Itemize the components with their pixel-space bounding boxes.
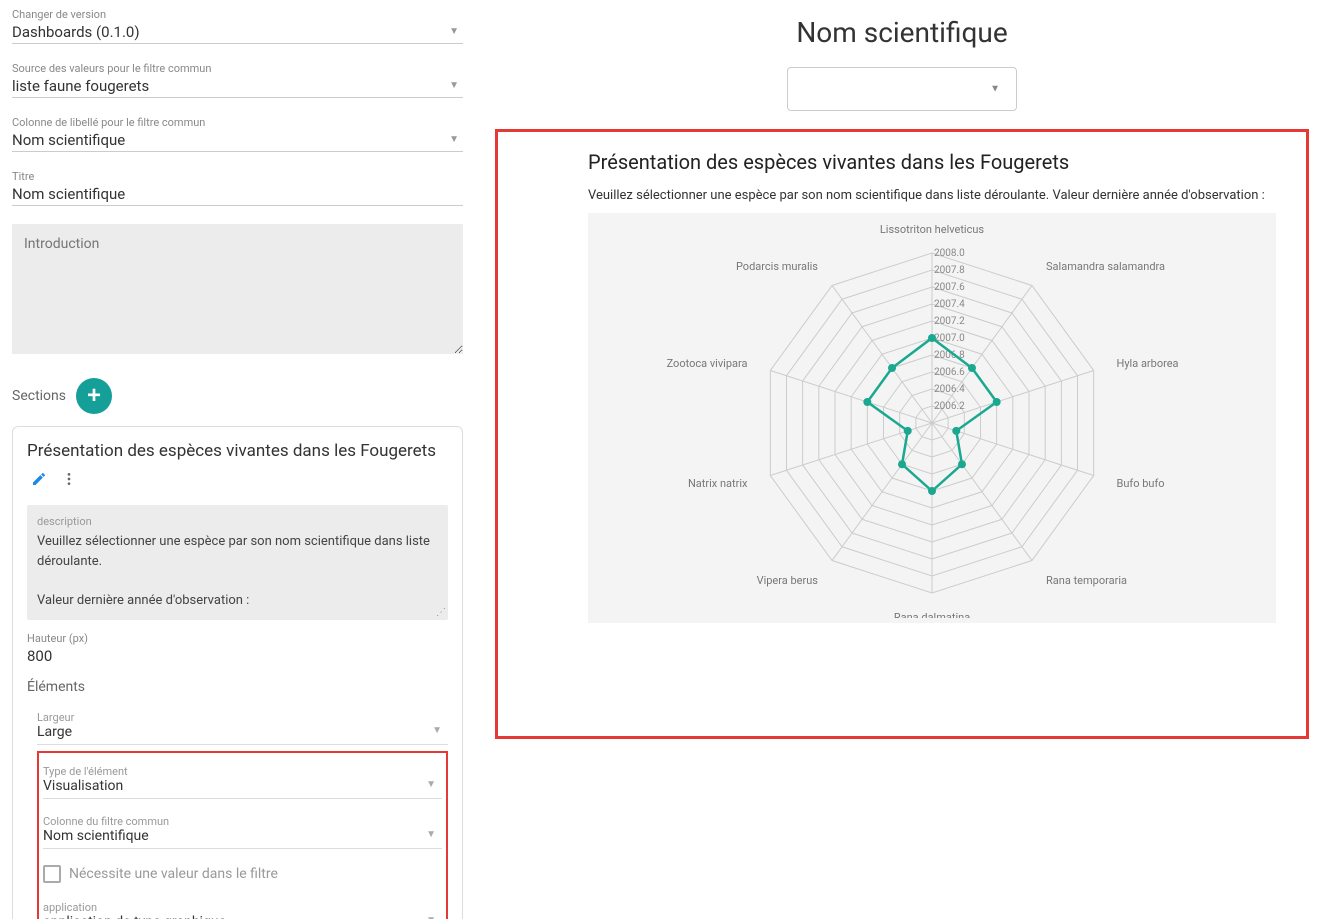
editor-sidebar: Changer de version Dashboards (0.1.0) ▼ … [0,0,475,919]
chevron-down-icon: ▼ [449,134,459,145]
chevron-down-icon: ▼ [426,779,436,790]
highlighted-element-config: Type de l'élément Visualisation ▼ Colonn… [37,751,448,919]
chart-section-highlight: Présentation des espèces vivantes dans l… [495,129,1309,739]
label: Changer de version [12,8,463,21]
svg-text:Natrix natrix: Natrix natrix [688,477,748,490]
need-filter-checkbox[interactable]: Nécessite une valeur dans le filtre [43,859,442,889]
svg-text:2006.4: 2006.4 [934,384,965,395]
more-icon[interactable] [61,471,77,491]
label: description [37,515,438,528]
value: 800 [27,647,52,665]
species-dropdown[interactable]: ▼ [787,67,1017,111]
svg-text:Lissotriton helveticus: Lissotriton helveticus [880,223,985,236]
svg-text:2006.6: 2006.6 [934,367,965,378]
resize-handle-icon[interactable]: ⋰ [436,607,446,618]
svg-text:Hyla arborea: Hyla arborea [1117,357,1179,370]
edit-icon[interactable] [31,471,47,491]
largeur-select[interactable]: Largeur Large ▼ [37,705,448,745]
description-textarea[interactable]: description Veuillez sélectionner une es… [27,505,448,620]
svg-text:Zootoca vivipara: Zootoca vivipara [667,357,748,370]
svg-text:2006.2: 2006.2 [934,401,965,412]
preview-title: Nom scientifique [495,16,1309,49]
value: Nom scientifique [43,828,149,844]
height-input[interactable]: Hauteur (px) 800 [27,628,448,665]
radar-chart: 2006.22006.42006.62006.82007.02007.22007… [588,213,1276,623]
value: application de type graphique [43,914,226,919]
type-select[interactable]: Type de l'élément Visualisation ▼ [43,759,442,799]
source-select[interactable]: Source des valeurs pour le filtre commun… [12,62,463,98]
svg-text:Rana dalmatina: Rana dalmatina [894,611,970,618]
introduction-textarea[interactable] [12,224,463,354]
chevron-down-icon: ▼ [990,84,1000,95]
filter-column-select[interactable]: Colonne du filtre commun Nom scientifiqu… [43,809,442,849]
chevron-down-icon: ▼ [426,915,436,919]
label: Titre [12,170,463,183]
svg-text:Bufo bufo: Bufo bufo [1117,477,1165,490]
section-title: Présentation des espèces vivantes dans l… [27,441,448,461]
label: Largeur [37,711,448,724]
svg-text:2007.6: 2007.6 [934,282,965,293]
checkbox-icon [43,865,61,883]
chevron-down-icon: ▼ [449,26,459,37]
value: Dashboards (0.1.0) [12,23,140,41]
label: Type de l'élément [43,765,442,778]
svg-text:2007.4: 2007.4 [934,299,965,310]
svg-text:2007.2: 2007.2 [934,316,965,327]
value: Veuillez sélectionner une espèce par son… [37,532,438,610]
sections-label: Sections [12,388,66,404]
chart-title: Présentation des espèces vivantes dans l… [588,150,1276,174]
chevron-down-icon: ▼ [432,725,442,736]
version-select[interactable]: Changer de version Dashboards (0.1.0) ▼ [12,8,463,44]
svg-text:2008.0: 2008.0 [934,248,965,259]
svg-text:Rana temporaria: Rana temporaria [1046,574,1127,587]
label: Hauteur (px) [27,632,448,645]
value: Visualisation [43,778,123,794]
svg-text:2007.8: 2007.8 [934,265,965,276]
label: Source des valeurs pour le filtre commun [12,62,463,75]
value: Nom scientifique [12,185,125,203]
label: application [43,901,442,914]
title-input[interactable]: Titre Nom scientifique [12,170,463,206]
add-section-button[interactable]: + [76,378,112,414]
label: Colonne du filtre commun [43,815,442,828]
svg-text:Vipera berus: Vipera berus [757,574,819,587]
label: Nécessite une valeur dans le filtre [69,866,278,882]
preview-panel: Nom scientifique ▼ Présentation des espè… [475,0,1319,919]
value: Nom scientifique [12,131,125,149]
column-select[interactable]: Colonne de libellé pour le filtre commun… [12,116,463,152]
value: liste faune fougerets [12,77,149,95]
label: Colonne de libellé pour le filtre commun [12,116,463,129]
chevron-down-icon: ▼ [449,80,459,91]
chart-subtitle: Veuillez sélectionner une espèce par son… [588,188,1276,203]
chevron-down-icon: ▼ [426,829,436,840]
section-card: Présentation des espèces vivantes dans l… [12,426,463,919]
value: Large [37,724,72,740]
application-select[interactable]: application application de type graphiqu… [43,895,442,919]
elements-label: Éléments [27,679,448,695]
svg-text:Podarcis muralis: Podarcis muralis [736,260,818,273]
svg-text:Salamandra salamandra: Salamandra salamandra [1046,260,1165,273]
